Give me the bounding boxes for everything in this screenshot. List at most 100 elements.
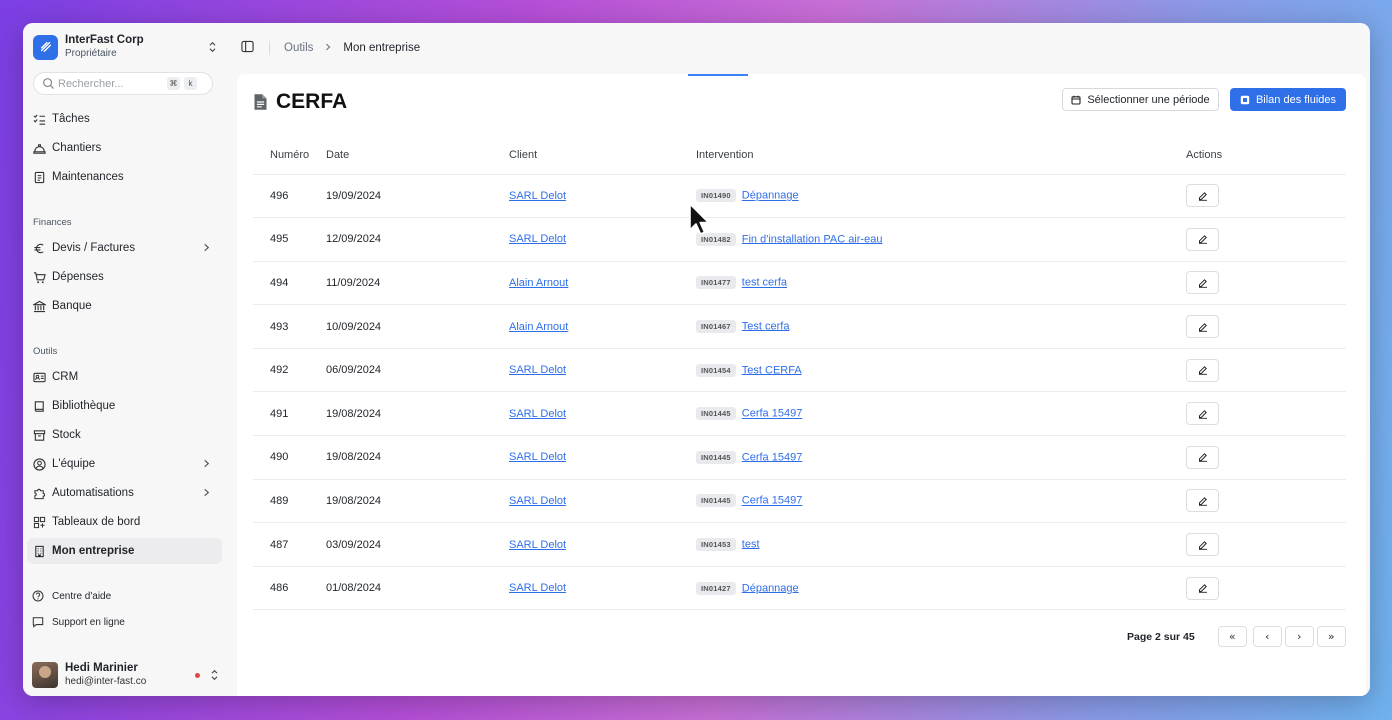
last-page-button[interactable]: » bbox=[1316, 626, 1346, 647]
cell-intervention: IN01445 Cerfa 15497 bbox=[696, 435, 1186, 480]
user-menu[interactable]: Hedi Marinier hedi@inter-fast.co bbox=[32, 661, 220, 689]
edit-button[interactable] bbox=[1186, 533, 1219, 557]
sidebar-item-stock[interactable]: Stock bbox=[27, 422, 222, 448]
sidebar-item-centre-aide[interactable]: Centre d'aide bbox=[27, 585, 222, 607]
sidebar-item-label: Support en ligne bbox=[52, 616, 125, 628]
cell-actions bbox=[1186, 435, 1346, 480]
intervention-link[interactable]: Dépannage bbox=[742, 190, 799, 202]
edit-button[interactable] bbox=[1186, 315, 1219, 339]
edit-button[interactable] bbox=[1186, 489, 1219, 513]
org-name: InterFast Corp bbox=[65, 34, 144, 46]
cell-date: 19/09/2024 bbox=[326, 174, 509, 219]
client-link[interactable]: SARL Delot bbox=[509, 233, 566, 245]
book-icon bbox=[32, 399, 46, 413]
header-date[interactable]: Date bbox=[326, 137, 509, 175]
sidebar-item-label: Mon entreprise bbox=[52, 545, 135, 557]
cell-numero: 487 bbox=[253, 522, 326, 567]
cell-numero: 495 bbox=[253, 217, 326, 262]
next-page-button[interactable]: › bbox=[1284, 626, 1314, 647]
org-switcher[interactable]: InterFast Corp Propriétaire bbox=[33, 33, 218, 61]
cell-actions bbox=[1186, 479, 1346, 524]
intervention-link[interactable]: Fin d'installation PAC air-eau bbox=[742, 233, 883, 245]
cell-numero: 492 bbox=[253, 348, 326, 393]
client-link[interactable]: SARL Delot bbox=[509, 451, 566, 463]
cell-intervention: IN01477 test cerfa bbox=[696, 261, 1186, 306]
sidebar-item-label: Tableaux de bord bbox=[52, 516, 141, 528]
intervention-link[interactable]: test bbox=[742, 538, 760, 550]
previous-page-button[interactable]: ‹ bbox=[1252, 626, 1282, 647]
client-link[interactable]: SARL Delot bbox=[509, 190, 566, 202]
cell-date: 11/09/2024 bbox=[326, 261, 509, 306]
chevron-updown-icon bbox=[206, 41, 218, 54]
app-window: InterFast Corp Propriétaire ⌘ k Tâches C… bbox=[23, 23, 1370, 696]
breadcrumb-outils[interactable]: Outils bbox=[284, 42, 313, 54]
client-link[interactable]: SARL Delot bbox=[509, 364, 566, 376]
user-email: hedi@inter-fast.co bbox=[65, 676, 147, 687]
first-page-button[interactable]: « bbox=[1217, 626, 1247, 647]
sidebar-item-depenses[interactable]: Dépenses bbox=[27, 264, 222, 290]
table-header-row: Numéro Date Client Intervention Actions bbox=[253, 137, 1346, 175]
cell-numero: 489 bbox=[253, 479, 326, 524]
cell-actions bbox=[1186, 348, 1346, 393]
intervention-code-badge: IN01490 bbox=[696, 189, 736, 203]
table-row: 491 19/08/2024 SARL Delot IN01445 Cerfa 1549… bbox=[253, 391, 1346, 437]
sidebar-item-banque[interactable]: Banque bbox=[27, 293, 222, 319]
intervention-code-badge: IN01445 bbox=[696, 494, 736, 508]
sidebar-item-tableaux-de-bord[interactable]: Tableaux de bord bbox=[27, 509, 222, 535]
cell-intervention: IN01427 Dépannage bbox=[696, 566, 1186, 611]
cell-numero: 493 bbox=[253, 304, 326, 349]
intervention-link[interactable]: Cerfa 15497 bbox=[742, 451, 803, 463]
shopping-cart-icon bbox=[32, 270, 46, 284]
table-row: 490 19/08/2024 SARL Delot IN01445 Cerfa 1549… bbox=[253, 435, 1346, 480]
sidebar-item-taches[interactable]: Tâches bbox=[27, 106, 222, 132]
client-link[interactable]: SARL Delot bbox=[509, 582, 566, 594]
sidebar-item-label: Chantiers bbox=[52, 142, 102, 154]
chevron-right-icon bbox=[202, 457, 214, 471]
edit-icon bbox=[1198, 496, 1208, 506]
edit-button[interactable] bbox=[1186, 402, 1219, 426]
edit-button[interactable] bbox=[1186, 271, 1219, 295]
euro-icon bbox=[32, 241, 46, 255]
sidebar-item-equipe[interactable]: L'équipe bbox=[27, 451, 222, 477]
edit-icon bbox=[1198, 583, 1208, 593]
sidebar-item-devis-factures[interactable]: Devis / Factures bbox=[27, 235, 222, 261]
sidebar-item-automatisations[interactable]: Automatisations bbox=[27, 480, 222, 506]
cell-intervention: IN01482 Fin d'installation PAC air-eau bbox=[696, 217, 1186, 262]
cell-actions bbox=[1186, 391, 1346, 437]
sidebar-item-maintenances[interactable]: Maintenances bbox=[27, 164, 222, 190]
search-input[interactable] bbox=[58, 77, 163, 90]
content-panel: CERFA Sélectionner une période Bilan des… bbox=[237, 74, 1366, 696]
sidebar-item-bibliotheque[interactable]: Bibliothèque bbox=[27, 393, 222, 419]
sidebar-toggle-icon[interactable] bbox=[241, 40, 254, 56]
intervention-link[interactable]: Cerfa 15497 bbox=[742, 495, 803, 507]
shortcut-key-k: k bbox=[184, 77, 197, 90]
select-period-button[interactable]: Sélectionner une période bbox=[1062, 88, 1219, 111]
header-client[interactable]: Client bbox=[509, 137, 696, 175]
edit-button[interactable] bbox=[1186, 227, 1219, 251]
edit-button[interactable] bbox=[1186, 576, 1219, 600]
intervention-link[interactable]: Cerfa 15497 bbox=[742, 408, 803, 420]
sidebar-item-crm[interactable]: CRM bbox=[27, 364, 222, 390]
client-link[interactable]: Alain Arnout bbox=[509, 277, 568, 289]
client-link[interactable]: SARL Delot bbox=[509, 408, 566, 420]
header-intervention[interactable]: Intervention bbox=[696, 137, 1186, 175]
shortcut-key-cmd: ⌘ bbox=[167, 77, 180, 90]
intervention-link[interactable]: Dépannage bbox=[742, 582, 799, 594]
fluids-report-button[interactable]: Bilan des fluides bbox=[1230, 88, 1346, 111]
search-box[interactable]: ⌘ k bbox=[33, 72, 213, 95]
intervention-code-badge: IN01445 bbox=[696, 407, 736, 421]
intervention-link[interactable]: test cerfa bbox=[742, 277, 787, 289]
header-numero[interactable]: Numéro bbox=[253, 137, 326, 175]
sidebar-item-mon-entreprise[interactable]: Mon entreprise bbox=[27, 538, 222, 564]
sidebar-item-chantiers[interactable]: Chantiers bbox=[27, 135, 222, 161]
edit-button[interactable] bbox=[1186, 358, 1219, 382]
client-link[interactable]: Alain Arnout bbox=[509, 321, 568, 333]
edit-button[interactable] bbox=[1186, 184, 1219, 208]
edit-icon bbox=[1198, 540, 1208, 550]
intervention-link[interactable]: Test CERFA bbox=[742, 364, 802, 376]
edit-button[interactable] bbox=[1186, 445, 1219, 469]
client-link[interactable]: SARL Delot bbox=[509, 539, 566, 551]
intervention-link[interactable]: Test cerfa bbox=[742, 320, 790, 332]
client-link[interactable]: SARL Delot bbox=[509, 495, 566, 507]
sidebar-item-support-en-ligne[interactable]: Support en ligne bbox=[27, 611, 222, 633]
